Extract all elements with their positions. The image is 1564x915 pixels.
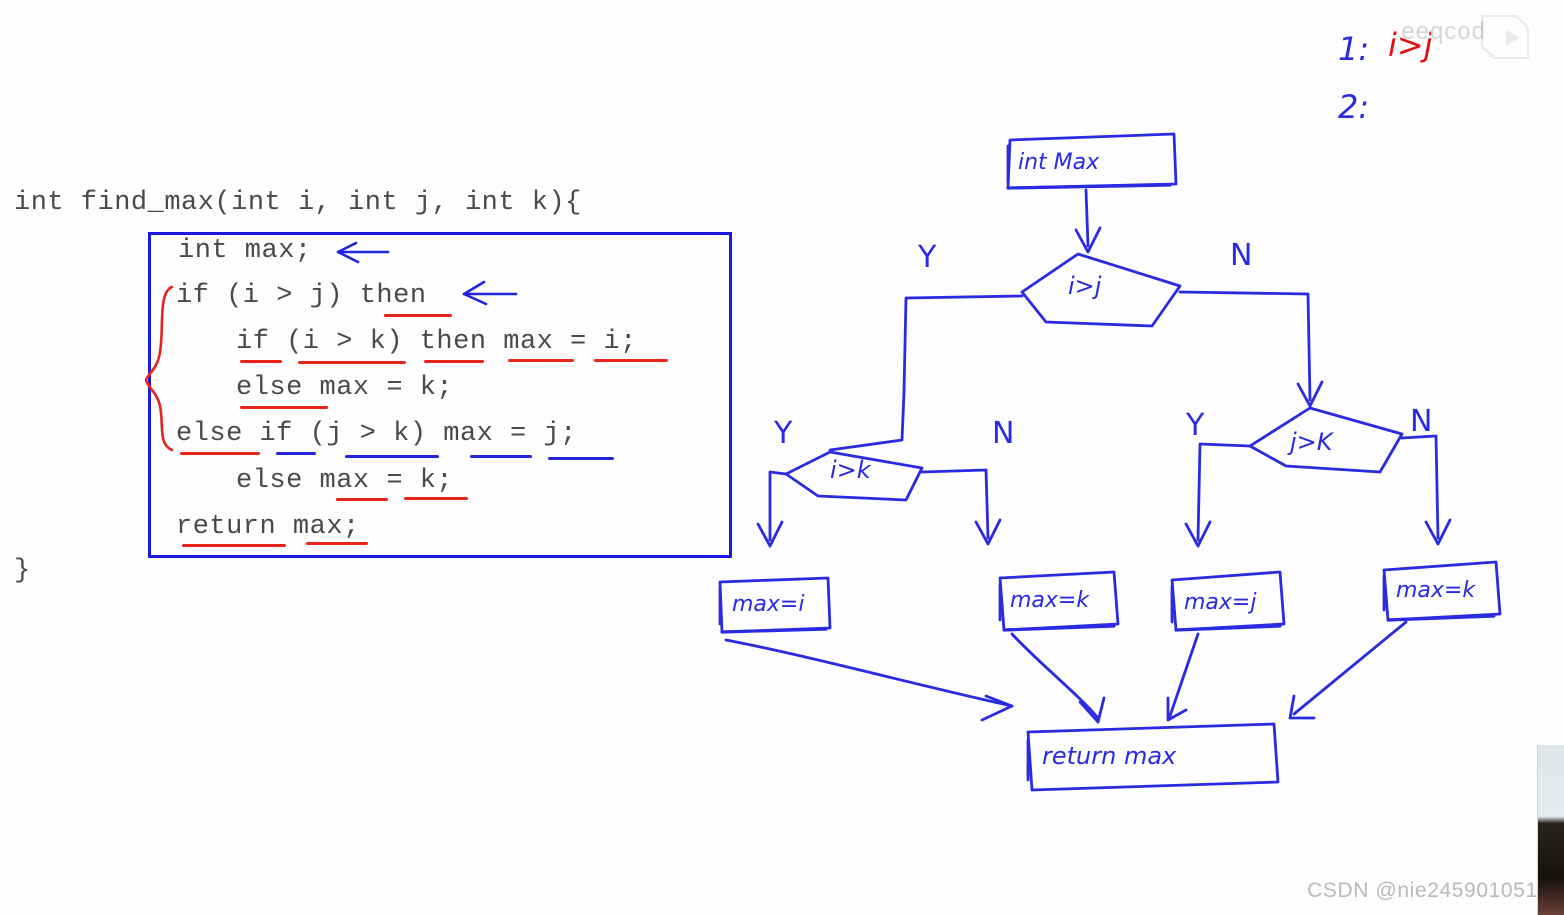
code-annotations xyxy=(144,241,518,452)
flowchart: int Max i>j i>k j>K Y N Y N Y N max=i ma… xyxy=(690,100,1564,860)
start-box-shape xyxy=(1006,132,1178,190)
whiteboard-canvas: int find_max(int i, int j, int k){ int m… xyxy=(0,0,1564,915)
video-thumbnail-sliver xyxy=(1537,745,1564,915)
result-box-1-shape xyxy=(718,576,832,634)
result-box-2-shape xyxy=(998,570,1120,632)
left-diamond-shape xyxy=(784,450,924,502)
root-diamond-shape xyxy=(1020,252,1182,328)
note-2-index: 2: xyxy=(1338,88,1370,126)
result-box-4-shape xyxy=(1382,560,1502,622)
code-listing: int find_max(int i, int j, int k){ int m… xyxy=(0,0,780,620)
watermark-top-text: eeqcod xyxy=(1401,18,1486,45)
watermark-bottom-text: CSDN @nie2459010516 xyxy=(1307,879,1550,902)
end-box-shape xyxy=(1026,722,1280,792)
result-box-3-shape xyxy=(1170,570,1286,632)
watermark-logo-icon xyxy=(1481,15,1529,59)
brace-icon xyxy=(144,285,174,452)
right-diamond-shape xyxy=(1248,406,1404,474)
flowchart-strokes xyxy=(718,132,1502,792)
note-1-index: 1: xyxy=(1338,30,1370,68)
